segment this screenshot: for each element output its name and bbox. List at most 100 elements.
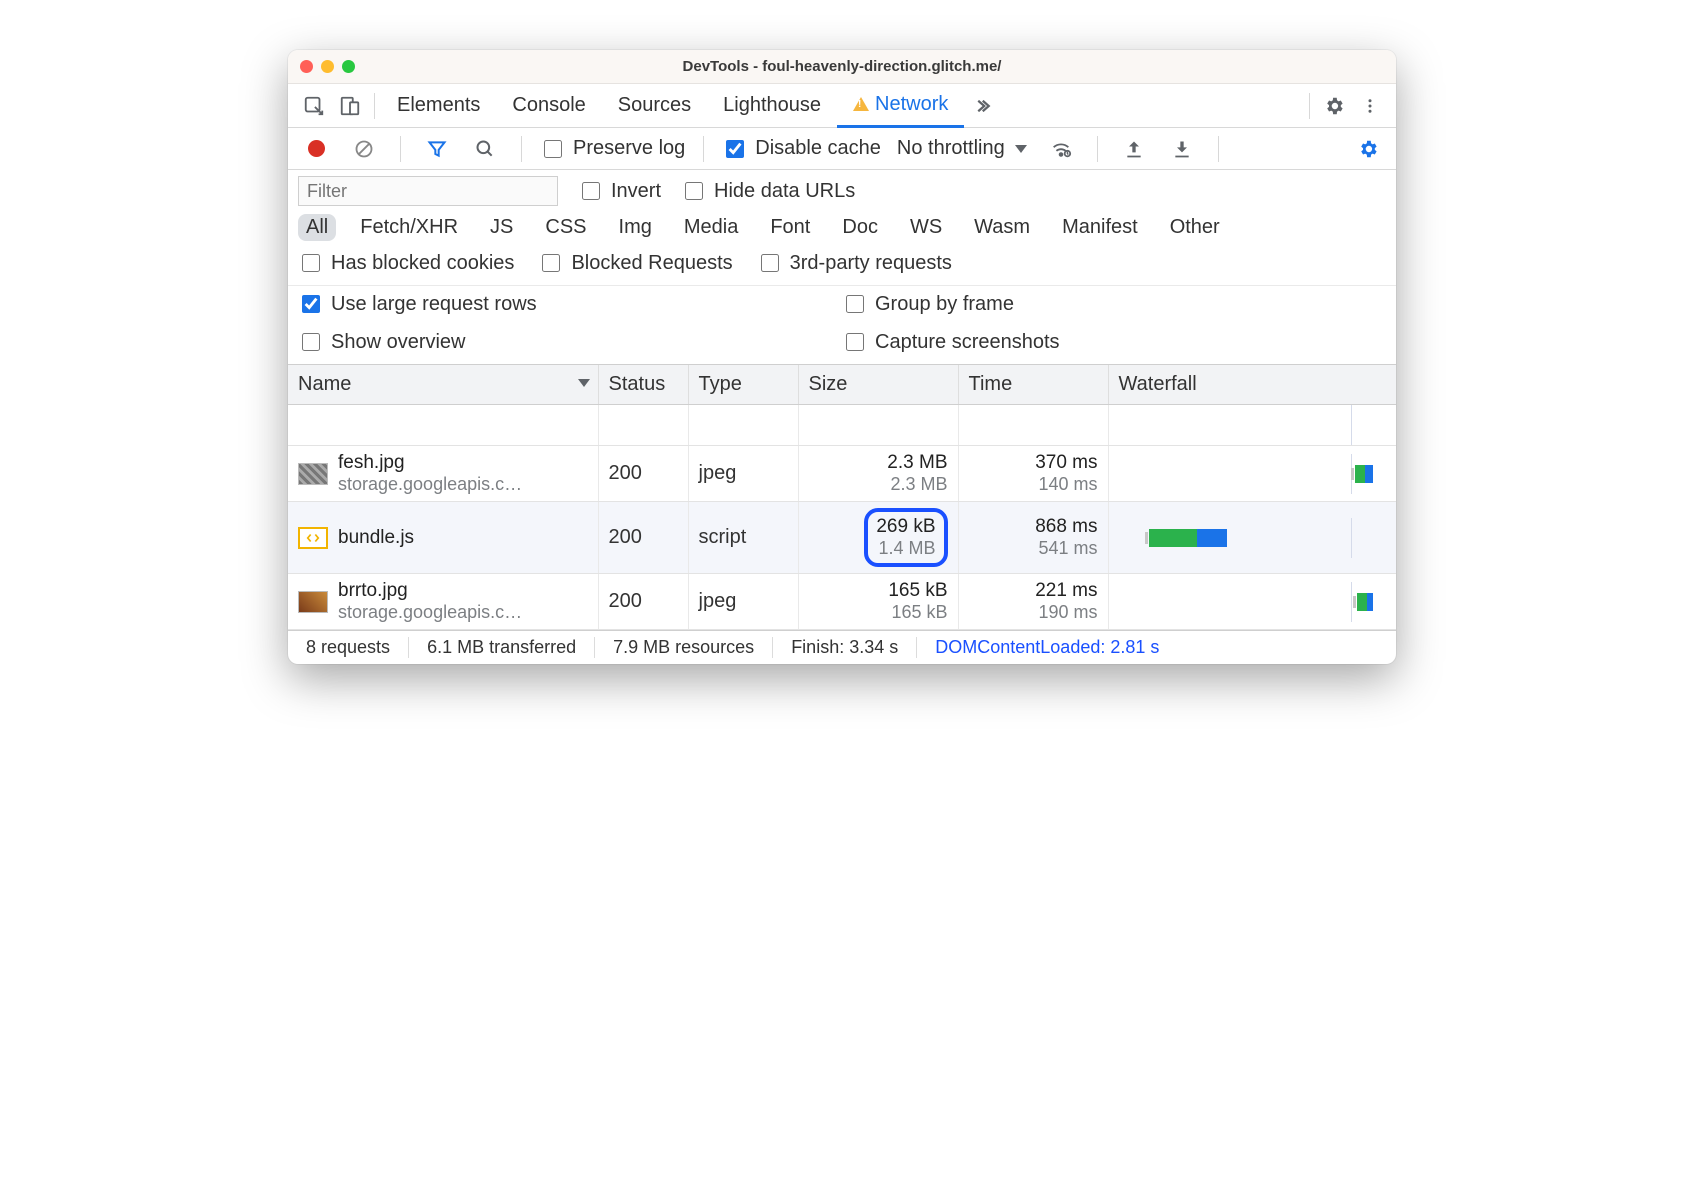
request-row[interactable]: bundle.js 200script269 kB1.4 MB868 ms541 …	[288, 502, 1396, 574]
script-file-icon	[298, 527, 328, 549]
status-transferred: 6.1 MB transferred	[409, 637, 595, 658]
col-time[interactable]: Time	[958, 365, 1108, 405]
large-rows-checkbox[interactable]: Use large request rows	[298, 292, 842, 316]
type-filter-media[interactable]: Media	[676, 214, 746, 241]
disable-cache-label: Disable cache	[755, 137, 881, 160]
device-toolbar-icon[interactable]	[332, 89, 368, 123]
chevron-down-icon	[1015, 145, 1027, 153]
type-filter-js[interactable]: JS	[482, 214, 521, 241]
request-time: 221 ms190 ms	[958, 574, 1108, 630]
preserve-log-label: Preserve log	[573, 137, 685, 160]
request-status: 200	[598, 574, 688, 630]
col-type[interactable]: Type	[688, 365, 798, 405]
type-filter-doc[interactable]: Doc	[834, 214, 886, 241]
request-row[interactable]: brrto.jpgstorage.googleapis.c… 200jpeg165…	[288, 574, 1396, 630]
request-name: brrto.jpg	[338, 580, 522, 602]
settings-gear-icon[interactable]	[1316, 89, 1352, 123]
col-name[interactable]: Name	[288, 365, 598, 405]
search-icon[interactable]	[467, 132, 503, 166]
download-har-icon[interactable]	[1164, 132, 1200, 166]
request-size: 2.3 MB2.3 MB	[798, 446, 958, 502]
type-filter-css[interactable]: CSS	[537, 214, 594, 241]
kebab-menu-icon[interactable]	[1352, 89, 1388, 123]
window-controls	[300, 60, 355, 73]
requests-table: Name Status Type Size Time Waterfall fes…	[288, 365, 1396, 630]
type-filter-manifest[interactable]: Manifest	[1054, 214, 1146, 241]
type-filter-other[interactable]: Other	[1162, 214, 1228, 241]
type-filter-ws[interactable]: WS	[902, 214, 950, 241]
disable-cache-checkbox[interactable]: Disable cache	[722, 137, 881, 161]
network-settings-gear-icon[interactable]	[1350, 132, 1386, 166]
tab-network[interactable]: Network	[837, 84, 964, 128]
tab-console[interactable]: Console	[496, 84, 601, 128]
zoom-window-button[interactable]	[342, 60, 355, 73]
group-by-frame-checkbox[interactable]: Group by frame	[842, 292, 1386, 316]
type-filter-img[interactable]: Img	[611, 214, 660, 241]
resource-type-filters: All Fetch/XHR JS CSS Img Media Font Doc WS Wasm Ma…	[298, 206, 1386, 247]
more-tabs-icon[interactable]	[964, 89, 1000, 123]
request-name: fesh.jpg	[338, 452, 522, 474]
request-time: 370 ms140 ms	[958, 446, 1108, 502]
devtools-window: DevTools - foul-heavenly-direction.glitc…	[288, 50, 1396, 664]
network-conditions-icon[interactable]	[1043, 132, 1079, 166]
request-type: script	[688, 502, 798, 574]
filter-funnel-icon[interactable]	[419, 132, 455, 166]
tab-sources[interactable]: Sources	[602, 84, 707, 128]
tab-lighthouse[interactable]: Lighthouse	[707, 84, 837, 128]
clear-icon[interactable]	[346, 132, 382, 166]
filter-area: Invert Hide data URLs All Fetch/XHR JS CSS I…	[288, 170, 1396, 285]
network-toolbar: Preserve log Disable cache No throttling	[288, 128, 1396, 170]
type-filter-wasm[interactable]: Wasm	[966, 214, 1038, 241]
request-status: 200	[598, 502, 688, 574]
panel-tabs: Elements Console Sources Lighthouse Netw…	[288, 84, 1396, 128]
request-waterfall	[1108, 574, 1396, 630]
type-filter-all[interactable]: All	[298, 214, 336, 241]
status-requests: 8 requests	[288, 637, 409, 658]
status-resources: 7.9 MB resources	[595, 637, 773, 658]
request-waterfall	[1108, 446, 1396, 502]
network-options: Use large request rows Group by frame Sh…	[288, 285, 1396, 365]
col-status[interactable]: Status	[598, 365, 688, 405]
filter-input[interactable]	[298, 176, 558, 206]
invert-checkbox[interactable]: Invert	[578, 179, 661, 203]
hide-data-urls-checkbox[interactable]: Hide data URLs	[681, 179, 855, 203]
capture-screenshots-checkbox[interactable]: Capture screenshots	[842, 330, 1386, 354]
status-dcl: DOMContentLoaded: 2.81 s	[917, 637, 1177, 658]
tab-network-label: Network	[875, 93, 948, 116]
request-time: 868 ms541 ms	[958, 502, 1108, 574]
window-title: DevTools - foul-heavenly-direction.glitc…	[288, 58, 1396, 75]
request-status: 200	[598, 446, 688, 502]
status-finish: Finish: 3.34 s	[773, 637, 917, 658]
tab-elements[interactable]: Elements	[381, 84, 496, 128]
record-button[interactable]	[298, 132, 334, 166]
third-party-checkbox[interactable]: 3rd-party requests	[757, 251, 952, 275]
close-window-button[interactable]	[300, 60, 313, 73]
request-row[interactable]: fesh.jpgstorage.googleapis.c… 200jpeg2.3 …	[288, 446, 1396, 502]
request-name: bundle.js	[338, 527, 414, 549]
image-thumb-icon	[298, 463, 328, 485]
request-type: jpeg	[688, 574, 798, 630]
request-type: jpeg	[688, 446, 798, 502]
warning-icon	[853, 97, 869, 111]
request-waterfall	[1108, 502, 1396, 574]
request-host: storage.googleapis.c…	[338, 474, 522, 495]
throttling-value: No throttling	[897, 137, 1005, 160]
upload-har-icon[interactable]	[1116, 132, 1152, 166]
image-thumb-icon	[298, 591, 328, 613]
minimize-window-button[interactable]	[321, 60, 334, 73]
type-filter-font[interactable]: Font	[762, 214, 818, 241]
show-overview-checkbox[interactable]: Show overview	[298, 330, 842, 354]
request-size: 269 kB1.4 MB	[798, 502, 958, 574]
blocked-requests-checkbox[interactable]: Blocked Requests	[538, 251, 732, 275]
preserve-log-checkbox[interactable]: Preserve log	[540, 137, 685, 161]
request-size: 165 kB165 kB	[798, 574, 958, 630]
sort-desc-icon	[578, 379, 590, 387]
titlebar: DevTools - foul-heavenly-direction.glitc…	[288, 50, 1396, 84]
throttling-select[interactable]: No throttling	[893, 137, 1031, 160]
request-host: storage.googleapis.c…	[338, 602, 522, 623]
col-waterfall[interactable]: Waterfall	[1108, 365, 1396, 405]
inspect-element-icon[interactable]	[296, 89, 332, 123]
type-filter-fetchxhr[interactable]: Fetch/XHR	[352, 214, 466, 241]
has-blocked-cookies-checkbox[interactable]: Has blocked cookies	[298, 251, 514, 275]
col-size[interactable]: Size	[798, 365, 958, 405]
